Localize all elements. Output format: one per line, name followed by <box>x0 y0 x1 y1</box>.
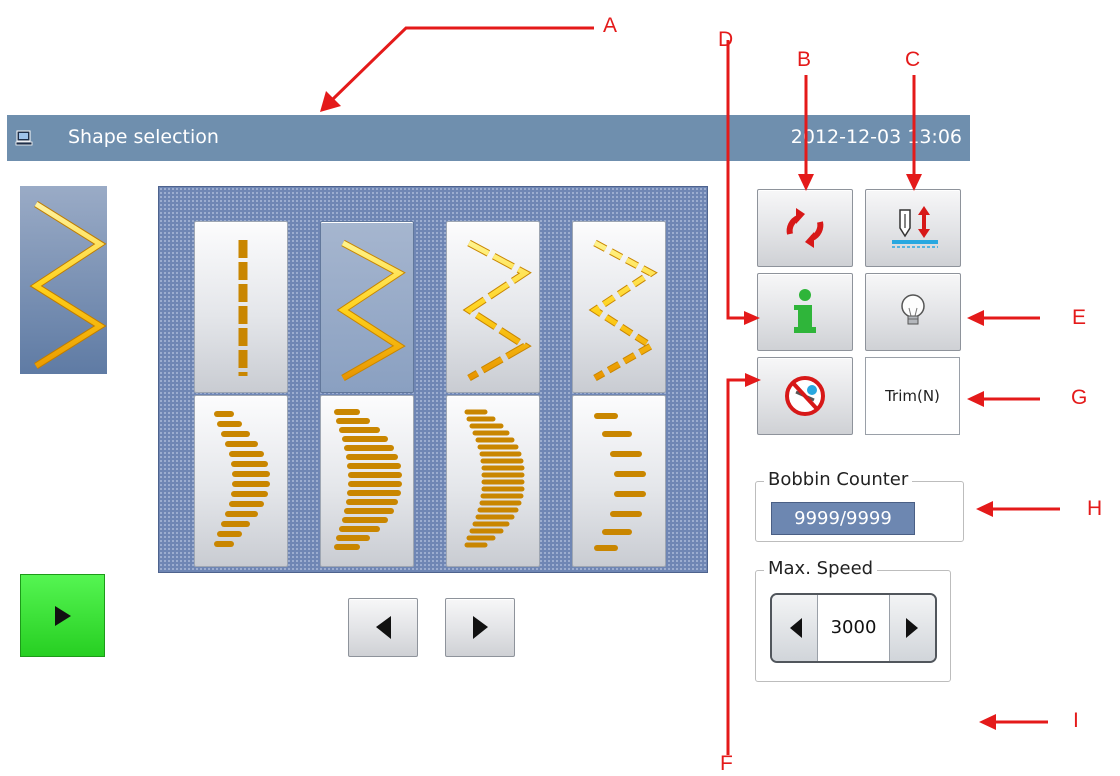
callout-i: I <box>1073 709 1079 732</box>
callout-b: B <box>797 48 812 71</box>
callout-h: H <box>1087 497 1103 520</box>
callout-g: G <box>1071 386 1088 409</box>
callout-d: D <box>718 28 734 51</box>
annotation-arrows <box>320 26 1060 755</box>
callout-c: C <box>905 48 921 71</box>
callout-f: F <box>720 752 733 775</box>
callout-e: E <box>1072 306 1087 329</box>
callout-a: A <box>603 14 618 37</box>
